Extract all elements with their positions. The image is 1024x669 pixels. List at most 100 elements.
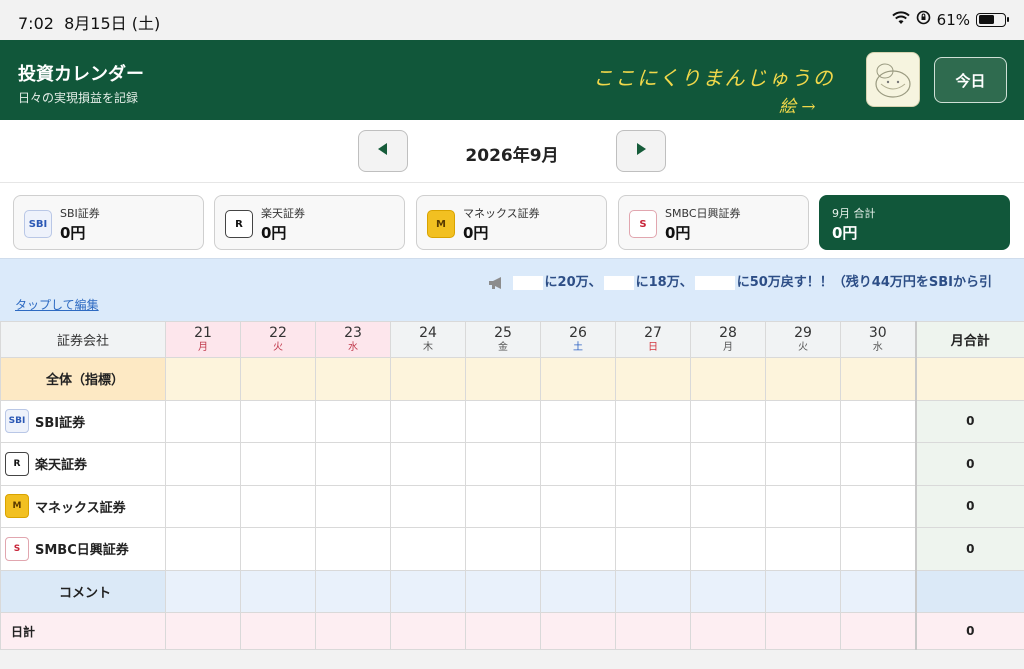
day-header[interactable]: 25 金 [465, 321, 541, 358]
pnl-cell[interactable] [765, 484, 841, 528]
banner-message: に20万、 に18万、 に50万戻す！！（残り44万円をSBIから引 [488, 271, 1024, 291]
pnl-cell[interactable] [615, 484, 691, 528]
pnl-cell[interactable] [315, 484, 391, 528]
pnl-cell[interactable] [540, 484, 616, 528]
pnl-cell[interactable] [315, 442, 391, 486]
broker-card-monex[interactable]: M マネックス証券 0円 [416, 195, 607, 250]
pnl-cell[interactable] [240, 527, 316, 571]
status-bar: 7:02 8月15日 (土) 61% [0, 0, 1024, 40]
broker-month-total: 0 [914, 399, 1024, 443]
broker-card-value: 0円 [261, 224, 287, 242]
pnl-cell[interactable] [540, 442, 616, 486]
comment-cell[interactable] [690, 569, 766, 613]
kurimanju-image[interactable] [866, 52, 920, 107]
pnl-cell[interactable] [240, 399, 316, 443]
pnl-cell[interactable] [840, 442, 916, 486]
pnl-cell[interactable] [390, 399, 466, 443]
broker-row-label: マネックス証券 [35, 500, 126, 516]
pnl-cell[interactable] [540, 399, 616, 443]
triangle-left-icon [376, 142, 390, 160]
day-header[interactable]: 30 水 [840, 321, 916, 358]
overall-cell[interactable] [540, 357, 616, 401]
day-header[interactable]: 28 月 [690, 321, 766, 358]
pnl-cell[interactable] [165, 527, 241, 571]
day-header[interactable]: 21 月 [165, 321, 241, 358]
day-header[interactable]: 26 土 [540, 321, 616, 358]
overall-cell[interactable] [690, 357, 766, 401]
broker-row-rakuten: R 楽天証券 0 [0, 442, 1024, 486]
pnl-cell[interactable] [615, 399, 691, 443]
overall-cell[interactable] [615, 357, 691, 401]
overall-cell[interactable] [390, 357, 466, 401]
pnl-cell[interactable] [765, 527, 841, 571]
table-header-row: 証券会社 21 月 22 火 23 水 24 木 25 金 26 土 27 日 28 月 29 火… [0, 321, 1024, 358]
next-month-button[interactable] [616, 130, 666, 172]
broker-row-smbc: S SMBC日興証券 0 [0, 527, 1024, 571]
pnl-cell[interactable] [465, 484, 541, 528]
pnl-cell[interactable] [540, 527, 616, 571]
month-total-value: 0円 [832, 224, 858, 242]
pnl-cell[interactable] [690, 399, 766, 443]
pnl-cell[interactable] [465, 527, 541, 571]
day-header[interactable]: 22 火 [240, 321, 316, 358]
pnl-cell[interactable] [165, 484, 241, 528]
calendar-table: 証券会社 21 月 22 火 23 水 24 木 25 金 26 土 27 日 28 月 29 火… [0, 321, 1024, 650]
daily-total-cell [840, 612, 916, 650]
pnl-cell[interactable] [240, 484, 316, 528]
pnl-cell[interactable] [615, 527, 691, 571]
overall-index-row: 全体（指標） [0, 357, 1024, 401]
broker-card-name: 楽天証券 [261, 207, 305, 220]
pnl-cell[interactable] [765, 399, 841, 443]
overall-cell[interactable] [240, 357, 316, 401]
pnl-cell[interactable] [840, 399, 916, 443]
overall-cell[interactable] [315, 357, 391, 401]
comment-cell[interactable] [390, 569, 466, 613]
pnl-cell[interactable] [465, 442, 541, 486]
pnl-cell[interactable] [840, 527, 916, 571]
sbi-logo-icon: SBI [5, 409, 29, 434]
comment-cell[interactable] [765, 569, 841, 613]
day-header[interactable]: 29 火 [765, 321, 841, 358]
pnl-cell[interactable] [615, 442, 691, 486]
overall-cell[interactable] [165, 357, 241, 401]
overall-cell[interactable] [840, 357, 916, 401]
pnl-cell[interactable] [465, 399, 541, 443]
redacted-text [512, 275, 543, 290]
pnl-cell[interactable] [390, 527, 466, 571]
today-button[interactable]: 今日 [934, 57, 1007, 103]
overall-cell[interactable] [465, 357, 541, 401]
pnl-cell[interactable] [690, 484, 766, 528]
pnl-cell[interactable] [765, 442, 841, 486]
comment-cell[interactable] [615, 569, 691, 613]
rakuten-logo-icon: R [5, 451, 29, 476]
comment-cell[interactable] [240, 569, 316, 613]
prev-month-button[interactable] [358, 130, 408, 172]
broker-card-rakuten[interactable]: R 楽天証券 0円 [214, 195, 405, 250]
pnl-cell[interactable] [315, 527, 391, 571]
broker-month-total: 0 [914, 527, 1024, 571]
pnl-cell[interactable] [165, 442, 241, 486]
pnl-cell[interactable] [165, 399, 241, 443]
broker-card-smbc[interactable]: S SMBC日興証券 0円 [618, 195, 809, 250]
month-total-card[interactable]: 9月 合計 0円 [819, 195, 1010, 250]
day-header[interactable]: 27 日 [615, 321, 691, 358]
pnl-cell[interactable] [390, 484, 466, 528]
broker-card-sbi[interactable]: SBI SBI証券 0円 [13, 195, 204, 250]
comment-cell[interactable] [540, 569, 616, 613]
comment-cell[interactable] [315, 569, 391, 613]
pnl-cell[interactable] [690, 442, 766, 486]
comment-cell[interactable] [165, 569, 241, 613]
edit-comment-link[interactable]: タップして編集 [15, 296, 99, 313]
pnl-cell[interactable] [840, 484, 916, 528]
day-header[interactable]: 23 水 [315, 321, 391, 358]
overall-cell[interactable] [765, 357, 841, 401]
pnl-cell[interactable] [390, 442, 466, 486]
pnl-cell[interactable] [690, 527, 766, 571]
pnl-cell[interactable] [315, 399, 391, 443]
comment-cell[interactable] [840, 569, 916, 613]
status-time: 7:02 8月15日 (土) [18, 14, 161, 33]
comment-cell[interactable] [465, 569, 541, 613]
pnl-cell[interactable] [240, 442, 316, 486]
daily-total-cell [690, 612, 766, 650]
day-header[interactable]: 24 木 [390, 321, 466, 358]
